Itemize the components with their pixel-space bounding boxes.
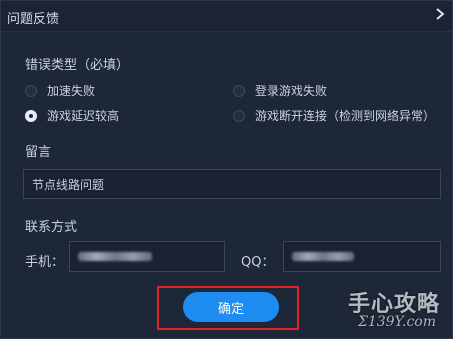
- radio-label: 游戏延迟较高: [47, 109, 120, 123]
- radio-disconnected[interactable]: 游戏断开连接（检测到网络异常）: [233, 107, 435, 124]
- contact-label: 联系方式: [25, 220, 78, 235]
- error-type-label: 错误类型（必填）: [25, 58, 130, 73]
- radio-label: 登录游戏失败: [255, 84, 328, 98]
- close-icon[interactable]: [432, 7, 448, 25]
- feedback-dialog: 问题反馈 错误类型（必填） 加速失败 登录游戏失败 游戏延迟较高 游戏断开连接（…: [0, 0, 453, 339]
- message-input[interactable]: 节点线路问题: [23, 169, 441, 199]
- watermark-logo: 手心攻略 Σ139Y.com: [286, 284, 446, 336]
- radio-label: 加速失败: [47, 84, 96, 98]
- radio-indicator: [25, 109, 37, 122]
- radio-label: 游戏断开连接（检测到网络异常）: [255, 109, 436, 123]
- qq-input[interactable]: [283, 241, 441, 272]
- radio-login-failed[interactable]: 登录游戏失败: [233, 82, 327, 99]
- phone-value-redacted: [78, 252, 152, 261]
- radio-indicator: [233, 109, 245, 122]
- confirm-button[interactable]: 确定: [183, 292, 279, 322]
- phone-input[interactable]: [69, 241, 225, 272]
- dialog-title: 问题反馈: [7, 12, 60, 27]
- radio-indicator: [25, 84, 37, 97]
- radio-indicator: [233, 84, 245, 97]
- qq-value-redacted: [292, 252, 354, 261]
- message-label: 留言: [25, 145, 52, 160]
- watermark-text: 手心攻略: [347, 292, 440, 317]
- radio-high-latency[interactable]: 游戏延迟较高: [25, 107, 119, 124]
- watermark-subtext: Σ139Y.com: [357, 314, 436, 330]
- radio-accel-failed[interactable]: 加速失败: [25, 82, 95, 99]
- phone-label: 手机：: [25, 255, 65, 270]
- qq-label: QQ：: [241, 255, 275, 270]
- dialog-titlebar: 问题反馈: [1, 1, 452, 32]
- message-value: 节点线路问题: [32, 177, 105, 192]
